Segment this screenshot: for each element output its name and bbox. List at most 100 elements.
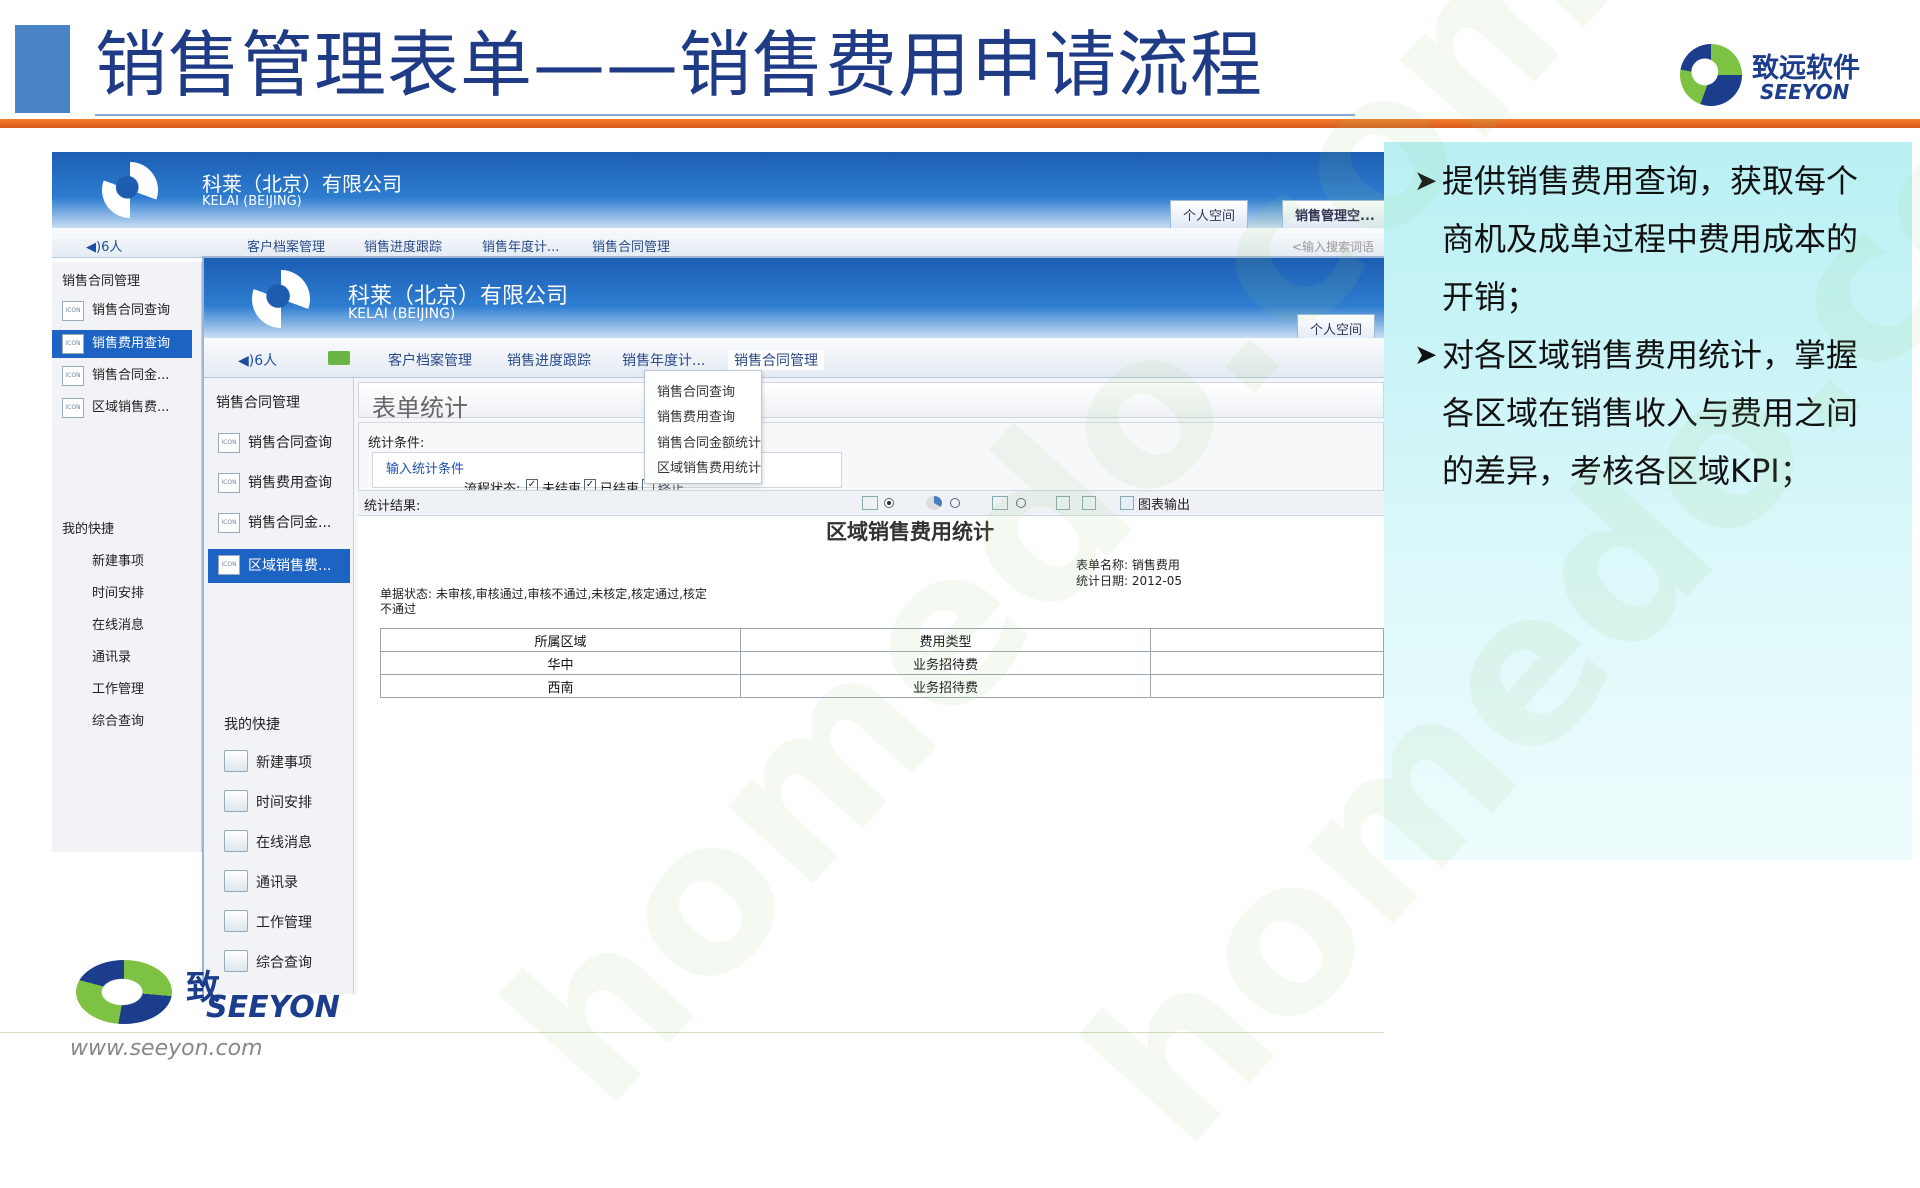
footer-logo-swirl-icon [76,960,172,1024]
dd-expense-query[interactable]: 销售费用查询 [657,406,735,425]
dd-contract-amount[interactable]: 销售合同金额统计 [657,432,761,451]
work-icon [224,910,248,932]
contract-dropdown-menu: 销售合同查询 销售费用查询 销售合同金额统计 区域销售费用统计 [644,370,762,484]
report-title: 区域销售费用统计 [826,520,994,544]
title-accent-block [15,25,70,113]
back-nav-progress[interactable]: 销售进度跟踪 [364,236,442,255]
front-online-count[interactable]: ◀)6人 [238,350,277,370]
back-sidebar-item-region-expense[interactable]: ICON 区域销售费... [52,394,192,422]
stat-date: 统计日期: 2012-05 [1076,574,1182,588]
report-table: 所属区域 费用类型 华中 业务招待费 西南 业务招待费 [380,628,1384,698]
form-stat-header [358,382,1384,418]
calendar-icon [224,790,248,812]
back-sidebar-item-contract-query[interactable]: ICON 销售合同查询 [52,297,192,325]
table-row: 华中 业务招待费 [380,651,1384,675]
bullet-2-text: 对各区域销售费用统计，掌握各区域在销售收入与费用之间的差异，考核各区域KPI； [1442,336,1859,490]
front-sidebar-item-contract-query[interactable]: ICON 销售合同查询 [208,429,350,457]
icon-placeholder-icon: ICON [62,334,84,354]
dd-contract-query[interactable]: 销售合同查询 [657,381,735,400]
table-cell [1150,651,1384,675]
icon-placeholder-icon: ICON [218,513,240,533]
table-cell [1150,674,1384,698]
dd-region-expense[interactable]: 区域销售费用统计 [657,457,761,476]
front-quick-contacts[interactable]: 通讯录 [256,872,298,892]
label: 销售合同查询 [248,435,332,451]
back-nav-annual[interactable]: 销售年度计... [482,236,559,255]
icon-placeholder-icon: ICON [62,398,84,418]
export-icon[interactable] [1120,496,1134,510]
front-nav-customer[interactable]: 客户档案管理 [388,350,472,370]
seeyon-logo: 致远软件 SEEYON [1680,40,1890,110]
front-sidebar-item-region-expense[interactable]: ICON 区域销售费... [208,549,350,583]
arrow-bullet-icon: ➤ [1414,164,1438,197]
back-nav-customer[interactable]: 客户档案管理 [247,236,325,255]
front-nav-contract[interactable]: 销售合同管理 [728,350,824,370]
header-orange-bar [0,119,1920,128]
results-label: 统计结果: [364,499,421,514]
form-stat-title: 表单统计 [372,394,468,422]
back-search-input[interactable]: <输入搜索词语 [1292,238,1374,255]
front-quick-schedule[interactable]: 时间安排 [256,792,312,812]
back-quick-schedule[interactable]: 时间安排 [92,582,144,601]
search-query-icon [224,950,248,972]
contacts-icon [224,870,248,892]
front-nav-annual[interactable]: 销售年度计... [622,350,705,370]
front-sidebar-title: 销售合同管理 [216,395,300,411]
icon-placeholder-icon: ICON [62,301,84,321]
pie-chart-icon[interactable] [926,496,942,510]
pie-chart-radio[interactable] [950,498,960,508]
front-quick-work[interactable]: 工作管理 [256,912,312,932]
back-company-logo-icon [102,162,158,218]
col-header-region: 所属区域 [380,628,741,652]
back-tab-personal[interactable]: 个人空间 [1170,200,1249,228]
input-conditions-link[interactable]: 输入统计条件 [386,458,464,477]
table-cell: 业务招待费 [740,651,1151,675]
front-sidebar-item-contract-amount[interactable]: ICON 销售合同金... [208,509,350,537]
front-quick-search[interactable]: 综合查询 [256,952,312,972]
chart-export-label[interactable]: 图表输出 [1138,494,1190,513]
copy-icon[interactable] [1056,496,1070,510]
front-nav-progress[interactable]: 销售进度跟踪 [507,350,591,370]
footer-line [0,1032,1384,1033]
seeyon-swirl-icon [1680,44,1742,106]
back-quick-contacts[interactable]: 通讯录 [92,646,131,665]
back-sidebar-item-contract-amount[interactable]: ICON 销售合同金... [52,362,192,390]
front-quick-message[interactable]: 在线消息 [256,832,312,852]
back-online-count[interactable]: ◀)6人 [86,236,122,255]
window-icon[interactable] [1082,496,1096,510]
new-item-icon [224,750,248,772]
front-quick-new[interactable]: 新建事项 [256,752,312,772]
bullet-1: ➤ 提供销售费用查询，获取每个商机及成单过程中费用成本的开销； [1414,152,1884,326]
icon-placeholder-icon: ICON [218,433,240,453]
table-cell: 华中 [380,651,741,675]
back-quick-message[interactable]: 在线消息 [92,614,144,633]
label: 销售合同金... [92,368,170,383]
slide-title: 销售管理表单——销售费用申请流程 [95,23,1264,107]
front-quick-title: 我的快捷 [224,717,280,733]
logo-en-text: SEEYON [1760,80,1850,104]
back-quick-work[interactable]: 工作管理 [92,678,144,697]
table-cell: 业务招待费 [740,674,1151,698]
form-name: 表单名称: 销售费用 [1076,558,1180,572]
line-chart-radio[interactable] [1016,498,1026,508]
line-chart-icon[interactable] [992,496,1008,510]
bar-chart-icon[interactable] [862,496,878,510]
bullet-2: ➤ 对各区域销售费用统计，掌握各区域在销售收入与费用之间的差异，考核各区域KPI… [1414,326,1884,500]
back-quick-search[interactable]: 综合查询 [92,710,144,729]
back-sidebar-title: 销售合同管理 [62,274,141,289]
back-sidebar-item-expense-query[interactable]: ICON 销售费用查询 [52,330,192,358]
back-company-cn: 科莱（北京）有限公司 [202,172,402,196]
bar-chart-radio[interactable] [884,498,894,508]
app-screenshot: 科莱（北京）有限公司 KELAI (BEIJING) 个人空间 销售管理空...… [52,152,1384,994]
back-nav-contract[interactable]: 销售合同管理 [592,236,670,255]
table-header-row: 所属区域 费用类型 [380,628,1384,652]
col-header-type: 费用类型 [740,628,1151,652]
status-toggle-icon[interactable] [328,351,350,365]
conditions-label: 统计条件: [368,436,425,451]
arrow-bullet-icon: ➤ [1414,338,1438,371]
back-quick-new[interactable]: 新建事项 [92,550,144,569]
back-quick-title: 我的快捷 [62,522,115,537]
front-company-logo-icon [252,270,310,328]
back-tab-sales[interactable]: 销售管理空... [1282,200,1384,228]
front-sidebar-item-expense-query[interactable]: ICON 销售费用查询 [208,469,350,497]
